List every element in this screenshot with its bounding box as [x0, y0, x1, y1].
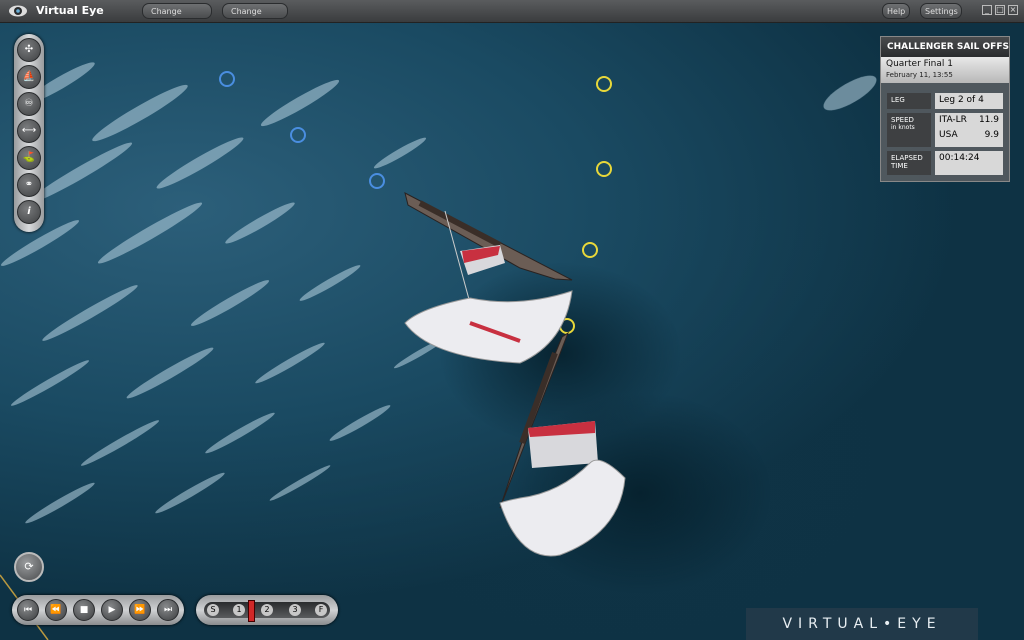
race-date: February 11, 13:55	[886, 71, 953, 79]
leg-label: LEG	[887, 93, 931, 109]
help-label: Help	[887, 7, 906, 16]
elapsed-label-cell: ELAPSED TIME	[887, 151, 931, 175]
yachts-layer	[0, 192, 626, 640]
panel-header: CHALLENGER SAIL OFFS	[881, 37, 1009, 57]
distance-icon[interactable]: ⟷	[17, 119, 41, 143]
camera-toolbar: ✣ ⛵ ♾ ⟷ ⛳ ⚭ i	[14, 34, 44, 232]
race-info-panel: CHALLENGER SAIL OFFS Quarter Final 1 Feb…	[880, 36, 1010, 182]
chase-camera-icon[interactable]: ⚭	[17, 173, 41, 197]
skip-to-end-icon[interactable]: ⏭	[157, 599, 179, 621]
change-round-button[interactable]: Change Round▼	[142, 3, 212, 32]
elapsed-label-1: ELAPSED	[891, 154, 923, 162]
stop-icon[interactable]: ■	[73, 599, 95, 621]
race-heading: Quarter Final 1 February 11, 13:55	[881, 57, 1009, 83]
camera-rotate-icon[interactable]: ⟳	[14, 552, 44, 582]
restore-icon[interactable]: □	[995, 5, 1005, 15]
app-title: Virtual Eye	[36, 4, 104, 17]
help-button[interactable]: Help	[882, 3, 910, 19]
course-icon[interactable]: ⛳	[17, 146, 41, 170]
leg-value: Leg 2 of 4	[935, 93, 1003, 109]
change-race-button[interactable]: Change Race▼	[222, 3, 288, 32]
speed-row: USA 9.9	[939, 130, 999, 145]
speed-value: 9.9	[984, 130, 999, 140]
play-icon[interactable]: ▶	[101, 599, 123, 621]
leg-track[interactable]: S 1 2 3 F	[204, 600, 330, 622]
leg-2-marker[interactable]: 2	[261, 604, 273, 616]
minimize-icon[interactable]: _	[982, 5, 992, 15]
leg-1-marker[interactable]: 1	[233, 604, 245, 616]
race-viewport[interactable]: VIRTUAL•EYE	[0, 23, 1024, 640]
yacht-usa[interactable]	[499, 331, 626, 557]
overview-camera-icon[interactable]: ✣	[17, 38, 41, 62]
info-icon[interactable]: i	[17, 200, 41, 224]
virtual-eye-brand: VIRTUAL•EYE	[746, 608, 978, 640]
speed-values: ITA-LR 11.9 USA 9.9	[935, 113, 1003, 147]
elapsed-label-2: TIME	[891, 162, 908, 170]
follow-camera-icon[interactable]: ♾	[17, 92, 41, 116]
race-name: Quarter Final 1	[886, 59, 953, 69]
speed-value: 11.9	[978, 115, 999, 125]
rewind-icon[interactable]: ⏪	[45, 599, 67, 621]
eye-logo-icon	[9, 5, 27, 17]
fast-forward-icon[interactable]: ⏩	[129, 599, 151, 621]
elapsed-value: 00:14:24	[935, 151, 1003, 175]
settings-label: Settings	[925, 7, 958, 16]
boat-camera-icon[interactable]: ⛵	[17, 65, 41, 89]
playback-controls: ⏮ ⏪ ■ ▶ ⏩ ⏭	[12, 595, 184, 625]
speed-label-cell: SPEED in knots	[887, 113, 931, 147]
speed-team: USA	[939, 130, 958, 140]
leg-3-marker[interactable]: 3	[289, 604, 301, 616]
yacht-ita-lr[interactable]	[404, 192, 573, 364]
skip-to-start-icon[interactable]: ⏮	[17, 599, 39, 621]
panel-title: CHALLENGER SAIL OFFS	[887, 42, 1009, 52]
close-icon[interactable]: ×	[1008, 5, 1018, 15]
speed-team: ITA-LR	[939, 115, 967, 125]
speed-label: SPEED	[891, 116, 914, 124]
speed-row: ITA-LR 11.9	[939, 115, 999, 130]
leg-selector: S 1 2 3 F	[196, 595, 338, 625]
settings-button[interactable]: Settings	[920, 3, 962, 19]
speed-unit: in knots	[891, 124, 915, 131]
title-bar: Virtual Eye Change Round▼ Change Race▼ H…	[0, 0, 1024, 32]
leg-start-marker[interactable]: S	[207, 604, 219, 616]
leg-position-handle[interactable]	[248, 600, 255, 622]
leg-finish-marker[interactable]: F	[315, 604, 327, 616]
